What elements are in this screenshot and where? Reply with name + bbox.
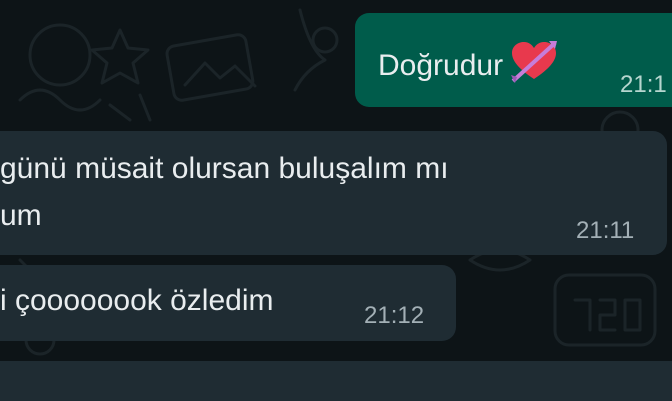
- message-timestamp: 21:11: [576, 217, 635, 244]
- message-text: i çoooooook özledim: [0, 284, 274, 317]
- incoming-message-bubble-partial[interactable]: [0, 361, 672, 401]
- message-text-line-2: um: [0, 199, 42, 232]
- message-timestamp: 21:12: [364, 302, 425, 329]
- message-text: Doğrudur: [378, 49, 504, 82]
- outgoing-message-bubble[interactable]: Doğrudur 21:1: [355, 13, 672, 107]
- message-timestamp: 21:1: [620, 71, 667, 98]
- heart-with-arrow-icon: [509, 39, 559, 83]
- incoming-message-bubble[interactable]: i çoooooook özledim 21:12: [0, 265, 456, 341]
- incoming-message-bubble[interactable]: günü müsait olursan buluşalım mı um 21:1…: [0, 131, 667, 255]
- message-text-line-1: günü müsait olursan buluşalım mı: [0, 152, 449, 185]
